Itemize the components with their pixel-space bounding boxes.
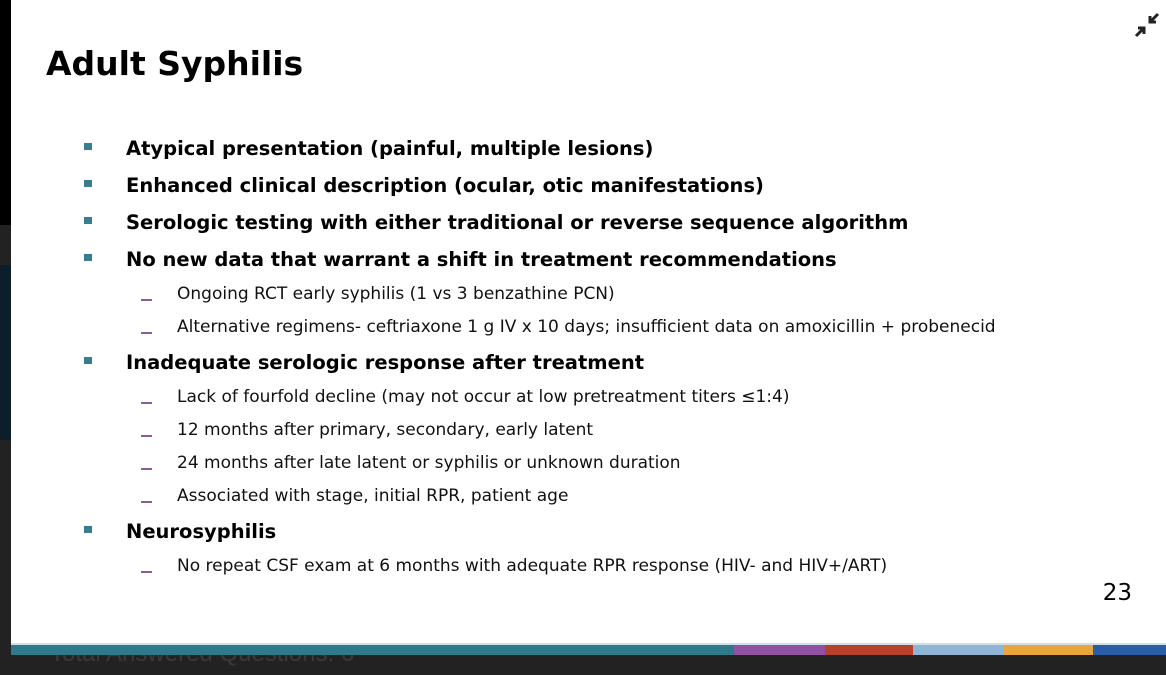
sub-bullet-item: Lack of fourfold decline (may not occur …: [11, 381, 1151, 414]
strip-segment: [734, 645, 825, 655]
strip-segment: [825, 645, 913, 655]
background-panel: [0, 0, 11, 225]
color-strip: [11, 643, 1166, 655]
sub-bullet-item: 24 months after late latent or syphilis …: [11, 447, 1151, 480]
bullet-list: Atypical presentation (painful, multiple…: [11, 130, 1151, 583]
presentation-slide: Adult Syphilis Atypical presentation (pa…: [11, 0, 1166, 655]
strip-segment: [913, 645, 1003, 655]
strip-segment: [11, 645, 734, 655]
sub-bullet-item: No repeat CSF exam at 6 months with adeq…: [11, 550, 1151, 583]
sub-bullet-item: 12 months after primary, secondary, earl…: [11, 414, 1151, 447]
bullet-item: Neurosyphilis: [11, 513, 1151, 550]
slide-title: Adult Syphilis: [46, 44, 304, 83]
page-number: 23: [1102, 580, 1132, 606]
sub-bullet-item: Alternative regimens- ceftriaxone 1 g IV…: [11, 311, 1151, 344]
strip-segment: [1093, 645, 1166, 655]
bullet-item: Inadequate serologic response after trea…: [11, 344, 1151, 381]
collapse-arrows-icon[interactable]: [1134, 12, 1160, 38]
strip-segment: [1003, 645, 1093, 655]
sub-bullet-item: Associated with stage, initial RPR, pati…: [11, 480, 1151, 513]
bullet-item: No new data that warrant a shift in trea…: [11, 241, 1151, 278]
sub-bullet-item: Ongoing RCT early syphilis (1 vs 3 benza…: [11, 278, 1151, 311]
bullet-item: Atypical presentation (painful, multiple…: [11, 130, 1151, 167]
bullet-item: Serologic testing with either traditiona…: [11, 204, 1151, 241]
background-panel-dark: [0, 265, 11, 440]
bullet-item: Enhanced clinical description (ocular, o…: [11, 167, 1151, 204]
